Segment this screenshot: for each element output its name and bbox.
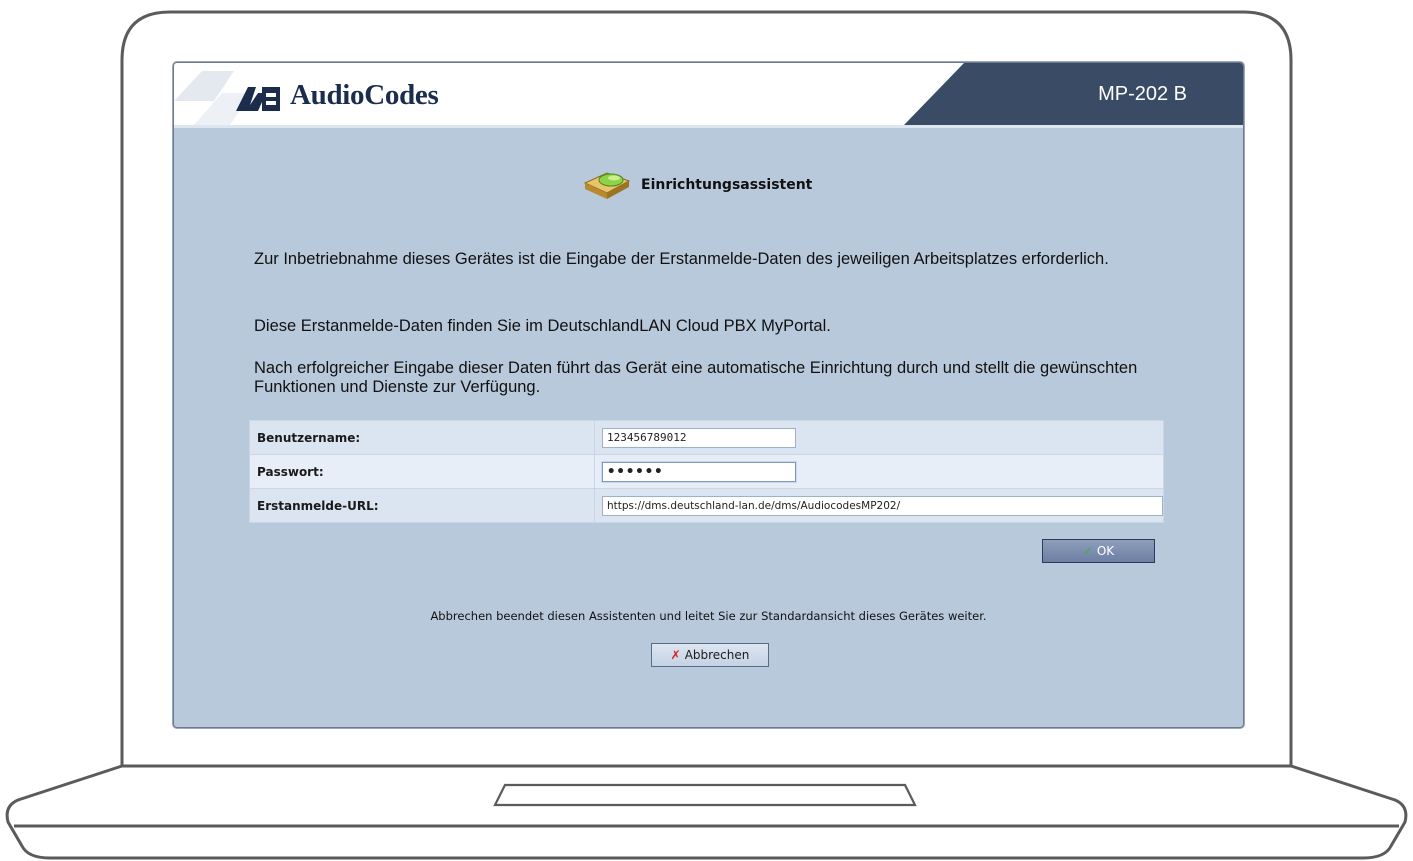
- url-label: Erstanmelde-URL:: [249, 488, 595, 523]
- url-cell: https://dms.deutschland-lan.de/dms/Audio…: [594, 488, 1164, 523]
- header-divider: [174, 125, 1243, 128]
- intro-paragraph-2: Diese Erstanmelde-Daten finden Sie im De…: [254, 317, 831, 335]
- intro-paragraph-1: Zur Inbetriebnahme dieses Gerätes ist di…: [254, 250, 1109, 268]
- header-model-panel: [904, 63, 1243, 125]
- password-label: Passwort:: [249, 454, 595, 489]
- logo-text: AudioCodes: [290, 79, 439, 111]
- ok-button-label: OK: [1096, 544, 1115, 558]
- form-row-password: Passwort: ••••••: [249, 454, 1164, 489]
- url-input[interactable]: https://dms.deutschland-lan.de/dms/Audio…: [602, 495, 1163, 516]
- wizard-title-row: Einrichtungsassistent: [174, 167, 1243, 201]
- password-cell: ••••••: [594, 454, 1164, 489]
- cross-icon: ✗: [670, 648, 681, 662]
- username-label: Benutzername:: [249, 420, 595, 455]
- audiocodes-logo-icon: [236, 87, 280, 111]
- username-cell: 123456789012: [594, 420, 1164, 455]
- device-web-ui: AudioCodes MP-202 B Einrichtungsassisten…: [173, 62, 1244, 728]
- cancel-note: Abbrechen beendet diesen Assistenten und…: [430, 609, 987, 623]
- ok-button[interactable]: ✓ OK: [1042, 539, 1155, 563]
- check-icon: ✓: [1082, 544, 1093, 558]
- wizard-icon: [583, 172, 631, 199]
- cancel-button[interactable]: ✗ Abbrechen: [651, 643, 769, 667]
- form-row-url: Erstanmelde-URL: https://dms.deutschland…: [249, 488, 1164, 523]
- form-row-username: Benutzername: 123456789012: [249, 420, 1164, 455]
- wizard-title: Einrichtungsassistent: [641, 177, 813, 193]
- intro-paragraph-3: Nach erfolgreicher Eingabe dieser Daten …: [254, 359, 1138, 396]
- username-input[interactable]: 123456789012: [602, 427, 796, 448]
- header-bar: AudioCodes MP-202 B: [174, 63, 1243, 125]
- cancel-button-label: Abbrechen: [684, 648, 750, 662]
- credentials-form: Benutzername: 123456789012 Passwort: •••…: [249, 420, 1164, 523]
- device-model: MP-202 B: [1098, 83, 1187, 105]
- password-input[interactable]: ••••••: [602, 461, 796, 482]
